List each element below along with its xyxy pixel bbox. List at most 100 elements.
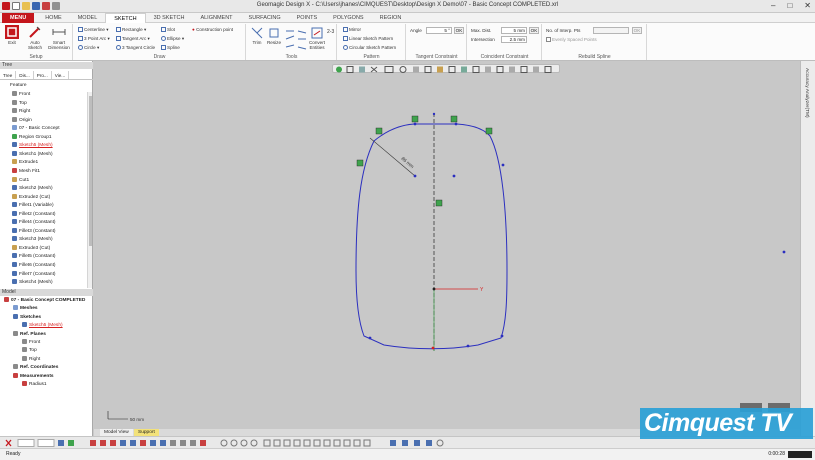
interp-pts-ok-button[interactable]: OK — [632, 27, 642, 34]
linear-sketch-pattern-button[interactable]: Linear Sketch Pattern — [343, 36, 393, 42]
tree-item[interactable]: Sketch4 (Mesh) — [12, 279, 53, 287]
tab-polygons[interactable]: POLYGONS — [325, 13, 371, 23]
tree-item[interactable]: Right — [12, 108, 30, 116]
origin-point[interactable] — [432, 287, 436, 291]
tree-item[interactable]: Sketch5 (Mesh) — [12, 142, 53, 150]
tab-region[interactable]: REGION — [372, 13, 410, 23]
tree-item[interactable]: Front — [12, 91, 30, 99]
tab-tree[interactable]: Tree — [0, 71, 17, 79]
smart-dimension-button[interactable]: Smart Dimension — [46, 25, 72, 50]
trim-button[interactable]: Trim — [249, 27, 265, 45]
tab-model[interactable]: MODEL — [70, 13, 106, 23]
sketch-vertex[interactable] — [454, 122, 458, 126]
tree-item[interactable]: Fillet7 (Constant) — [12, 270, 56, 279]
tree-item[interactable]: Fillet1 (Variable) — [12, 202, 54, 210]
feature-tree-scrollbar[interactable] — [87, 92, 92, 288]
tab-surfacing[interactable]: SURFACING — [241, 13, 289, 23]
intersection-input[interactable]: 2.5 mm — [501, 36, 527, 43]
tab-3d-sketch[interactable]: 3D SKETCH — [146, 13, 193, 23]
spline-button[interactable]: Spline — [161, 45, 180, 51]
sketch-vertex[interactable] — [413, 122, 417, 126]
max-dist-ok-button[interactable]: OK — [529, 27, 539, 34]
tree-item[interactable]: Top — [12, 99, 27, 108]
tab-sketch[interactable]: SKETCH — [105, 13, 146, 23]
tree-item[interactable]: Sketch1 (Mesh) — [12, 150, 53, 159]
evenly-spaced-checkbox[interactable]: Evenly Spaced Points — [546, 37, 597, 43]
3-tangent-circle-button[interactable]: 3 Tangent Circle — [116, 45, 155, 51]
3d-viewport[interactable]: Y 86 mm 50 mm — [94, 61, 800, 429]
maximize-button[interactable]: □ — [787, 1, 792, 10]
tab-display[interactable]: Dis... — [16, 71, 34, 79]
tree-item[interactable]: Sketches — [13, 313, 41, 322]
tree-item[interactable]: Ref. Coordinates — [13, 364, 58, 372]
sketch-tools-icons[interactable] — [285, 27, 307, 53]
sketch-vertex[interactable] — [782, 250, 786, 254]
tab-support[interactable]: Support — [134, 429, 159, 436]
rectangle-button[interactable]: Rectangle ▾ — [116, 27, 146, 33]
mirror-button[interactable]: Mirror — [343, 27, 361, 33]
constraint-marker[interactable] — [356, 159, 364, 167]
tree-item[interactable]: Origin — [12, 116, 32, 125]
sketch-vertex[interactable] — [466, 344, 470, 348]
sketch-vertex[interactable] — [501, 163, 505, 167]
circle-button[interactable]: Circle ▾ — [78, 45, 99, 51]
constraint-marker[interactable] — [375, 127, 383, 135]
tab-alignment[interactable]: ALIGNMENT — [192, 13, 240, 23]
tree-item[interactable]: Radius1 — [22, 381, 47, 389]
resize-button[interactable]: Resize — [265, 27, 283, 45]
tab-menu[interactable]: MENU — [2, 13, 35, 23]
tree-item[interactable]: Extrude2 (Cut) — [12, 193, 50, 202]
tree-item[interactable]: 07 - Basic Concept — [12, 125, 60, 133]
tab-home[interactable]: HOME — [37, 13, 70, 23]
angle-input[interactable]: 5 ° — [426, 27, 452, 34]
convert-entities-button[interactable]: Convert Entities — [307, 27, 327, 50]
sketch-canvas[interactable]: Y 86 mm 50 mm — [94, 61, 800, 429]
tangent-arc-button[interactable]: Tangent Arc ▾ — [116, 36, 150, 42]
sketch-vertex[interactable] — [500, 334, 504, 338]
sketch-profile[interactable] — [355, 123, 508, 350]
auto-sketch-button[interactable]: Auto Sketch — [24, 25, 46, 50]
tree-item[interactable]: Right — [22, 355, 40, 364]
tree-item[interactable]: Sketch2 (Mesh) — [12, 185, 53, 193]
sketch-vertex[interactable] — [368, 336, 372, 340]
sketch-vertex[interactable] — [452, 174, 456, 178]
tree-item[interactable]: Fillet5 (Constant) — [12, 253, 56, 261]
sketch-vertex[interactable] — [432, 112, 436, 116]
tree-item[interactable]: Top — [22, 347, 37, 355]
tree-item[interactable]: Region Group1 — [12, 133, 52, 142]
slot-button[interactable]: Slot — [161, 27, 175, 33]
construction-point-button[interactable]: ● Construction point — [192, 27, 233, 33]
tree-item[interactable]: Ref. Planes — [13, 330, 46, 339]
constraint-marker[interactable] — [450, 115, 458, 123]
minimize-button[interactable]: – — [771, 1, 775, 10]
tree-item[interactable]: Extrude3 (Cut) — [12, 244, 50, 253]
constraint-marker[interactable] — [411, 115, 419, 123]
sketch-vertex[interactable] — [413, 174, 417, 178]
dimension-tool-icon[interactable]: 2-3 — [327, 29, 334, 35]
angle-ok-button[interactable]: OK — [454, 27, 464, 34]
max-dist-input[interactable]: 5 mm — [501, 27, 527, 34]
tab-model-view[interactable]: Model View — [100, 429, 133, 436]
tree-item[interactable]: Cut1 — [12, 176, 29, 185]
tree-item[interactable]: Fillet2 (Constant) — [12, 210, 56, 219]
radius-dimension-label[interactable]: 86 mm — [400, 156, 415, 170]
tree-item[interactable]: Front — [22, 339, 40, 347]
centerline-button[interactable]: Centerline ▾ — [78, 27, 109, 33]
interp-pts-input[interactable] — [593, 27, 629, 34]
tree-item[interactable]: Measurements — [13, 372, 54, 381]
exit-button[interactable]: Exit — [3, 25, 21, 45]
radius-dimension-line[interactable] — [369, 137, 416, 177]
tree-item[interactable]: Sketch3 (Mesh) — [12, 236, 53, 244]
close-button[interactable]: ✕ — [804, 1, 811, 10]
constraint-marker[interactable] — [435, 199, 443, 207]
tree-item[interactable]: Extrude1 — [12, 159, 38, 167]
tree-item[interactable]: Fillet4 (Constant) — [12, 219, 56, 227]
tree-item[interactable]: Sketch5 (Mesh) — [22, 322, 63, 330]
tree-item[interactable]: Mesh Fit1 — [12, 167, 40, 176]
circular-sketch-pattern-button[interactable]: Circular Sketch Pattern — [343, 45, 396, 51]
scroll-thumb[interactable] — [89, 96, 92, 246]
tree-item[interactable]: 07 - Basic Concept COMPLETED — [4, 297, 85, 305]
tree-item[interactable]: Fillet6 (Constant) — [12, 262, 56, 270]
tree-item[interactable]: Fillet3 (Constant) — [12, 227, 56, 236]
sketch-vertex[interactable] — [431, 346, 435, 350]
